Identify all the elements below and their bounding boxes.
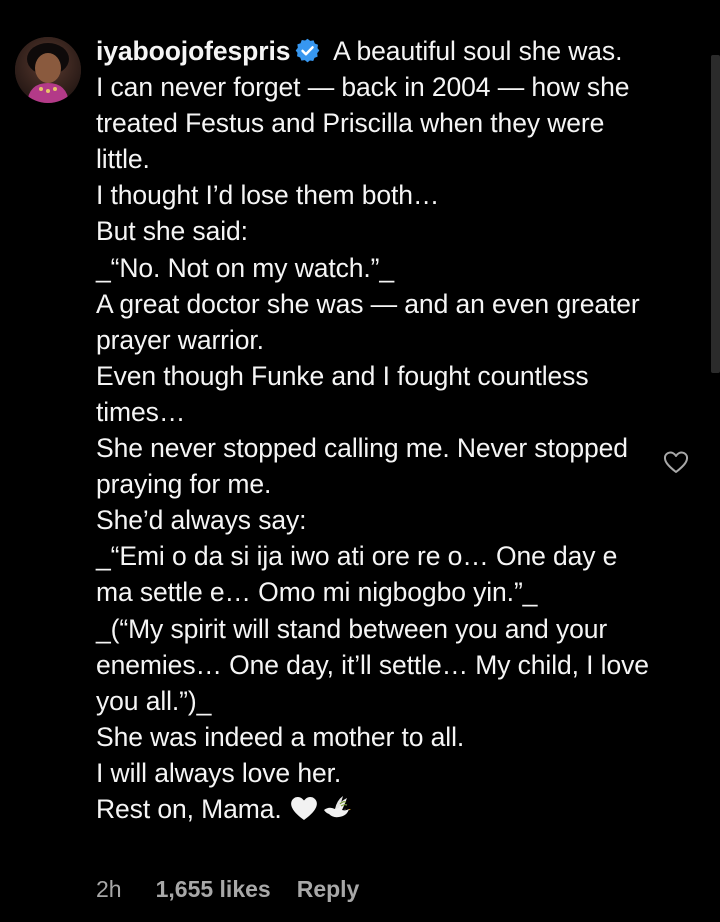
comment-body: iyaboojofespris A beautiful soul she was… [96,33,656,827]
comment-text: A beautiful soul she was. I can never fo… [96,36,649,824]
scrollbar[interactable] [711,55,720,373]
verified-badge-icon [296,38,320,63]
white-heart-icon [291,796,317,820]
comment-meta: 2h 1,655 likes Reply [96,873,359,905]
dove-icon [323,795,351,818]
avatar-image [15,37,81,103]
username[interactable]: iyaboojofespris [96,36,290,66]
likes-count[interactable]: 1,655 likes [156,876,271,903]
timestamp: 2h [96,875,122,902]
avatar[interactable] [15,37,81,103]
reply-button[interactable]: Reply [297,876,360,903]
comment: iyaboojofespris A beautiful soul she was… [0,0,720,922]
heart-outline-icon[interactable] [663,450,689,474]
